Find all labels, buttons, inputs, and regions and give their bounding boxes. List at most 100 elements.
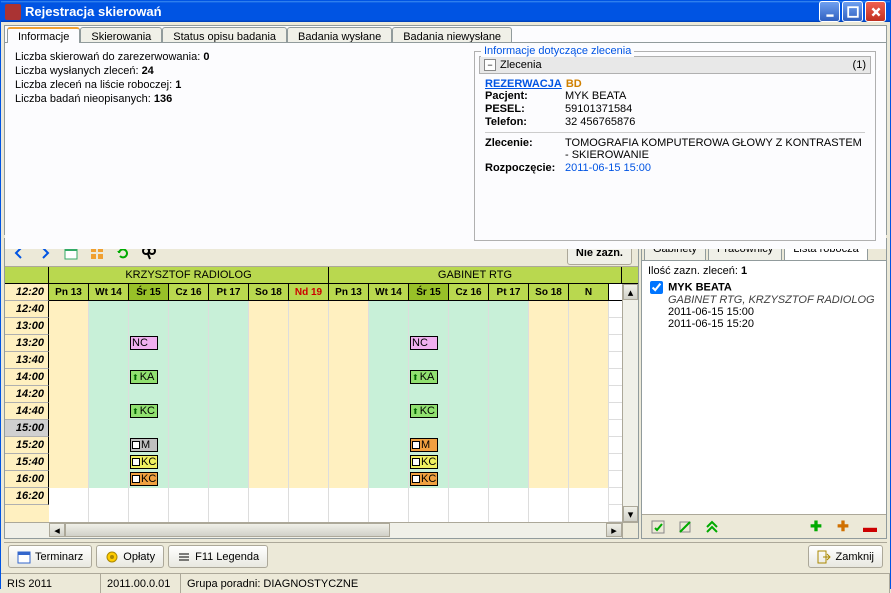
schedule-cell[interactable] <box>209 386 249 403</box>
schedule-cell[interactable] <box>89 488 129 505</box>
schedule-cell[interactable] <box>449 420 489 437</box>
schedule-cell[interactable] <box>529 505 569 522</box>
rezerwacja-link[interactable]: REZERWACJA <box>485 78 562 90</box>
worklist-action3-button[interactable] <box>700 515 724 539</box>
schedule-cell[interactable] <box>169 386 209 403</box>
schedule-cell[interactable] <box>289 505 329 522</box>
schedule-grid[interactable]: NCNC⬆KA⬆KA⬆KC⬆KCMMKCKCKCKC <box>49 301 622 522</box>
schedule-cell[interactable] <box>169 420 209 437</box>
schedule-cell[interactable] <box>209 318 249 335</box>
schedule-cell[interactable] <box>329 471 369 488</box>
schedule-cell[interactable] <box>209 471 249 488</box>
schedule-cell[interactable] <box>529 335 569 352</box>
schedule-cell[interactable] <box>369 352 409 369</box>
worklist-action1-button[interactable] <box>646 515 670 539</box>
day-header[interactable]: N <box>569 284 609 300</box>
close-button[interactable] <box>865 1 886 22</box>
day-header[interactable]: Nd 19 <box>289 284 329 300</box>
appointment[interactable]: KC <box>410 455 438 469</box>
remove-button[interactable]: ▬ <box>858 515 882 539</box>
day-header[interactable]: So 18 <box>249 284 289 300</box>
schedule-cell[interactable] <box>249 352 289 369</box>
schedule-cell[interactable] <box>89 437 129 454</box>
schedule-cell[interactable] <box>249 386 289 403</box>
schedule-cell[interactable] <box>169 352 209 369</box>
day-header[interactable]: Pn 13 <box>329 284 369 300</box>
schedule-cell[interactable] <box>89 454 129 471</box>
schedule-cell[interactable] <box>289 403 329 420</box>
schedule-cell[interactable] <box>369 454 409 471</box>
schedule-cell[interactable] <box>49 335 89 352</box>
schedule-cell[interactable]: ⬆KC <box>409 403 449 420</box>
schedule-cell[interactable] <box>49 505 89 522</box>
schedule-cell[interactable] <box>369 471 409 488</box>
tab-badania-niewyslane[interactable]: Badania niewysłane <box>392 27 512 43</box>
collapse-icon[interactable]: − <box>484 59 496 71</box>
schedule-cell[interactable] <box>249 471 289 488</box>
schedule-cell[interactable] <box>529 369 569 386</box>
schedule-cell[interactable] <box>329 420 369 437</box>
schedule-cell[interactable] <box>49 386 89 403</box>
schedule-cell[interactable]: KC <box>129 454 169 471</box>
tab-badania-wyslane[interactable]: Badania wysłane <box>287 27 392 43</box>
zlecenie-header[interactable]: − Zlecenia (1) <box>479 56 871 74</box>
schedule-cell[interactable] <box>249 505 289 522</box>
schedule-cell[interactable] <box>489 335 529 352</box>
schedule-cell[interactable] <box>49 437 89 454</box>
schedule-cell[interactable] <box>409 420 449 437</box>
schedule-cell[interactable] <box>289 352 329 369</box>
schedule-cell[interactable] <box>329 488 369 505</box>
schedule-cell[interactable] <box>449 301 489 318</box>
tab-informacje[interactable]: Informacje <box>7 27 80 43</box>
schedule-cell[interactable] <box>49 352 89 369</box>
schedule-cell[interactable] <box>249 369 289 386</box>
schedule-cell[interactable] <box>489 301 529 318</box>
schedule-cell[interactable] <box>129 488 169 505</box>
schedule-cell[interactable] <box>409 301 449 318</box>
appointment[interactable]: KC <box>130 472 158 486</box>
schedule-cell[interactable] <box>449 369 489 386</box>
schedule-cell[interactable] <box>449 403 489 420</box>
schedule-cell[interactable] <box>289 335 329 352</box>
day-header[interactable]: Pt 17 <box>209 284 249 300</box>
schedule-cell[interactable] <box>329 386 369 403</box>
schedule-cell[interactable] <box>209 488 249 505</box>
schedule-cell[interactable] <box>209 454 249 471</box>
schedule-cell[interactable] <box>89 471 129 488</box>
schedule-cell[interactable] <box>129 505 169 522</box>
schedule-cell[interactable] <box>329 403 369 420</box>
schedule-cell[interactable] <box>329 301 369 318</box>
schedule-cell[interactable] <box>369 505 409 522</box>
day-header[interactable]: Śr 15 <box>409 284 449 300</box>
appointment[interactable]: ⬆KA <box>410 370 438 384</box>
schedule-cell[interactable]: M <box>129 437 169 454</box>
legenda-button[interactable]: F11 Legenda <box>168 545 268 568</box>
schedule-cell[interactable] <box>89 352 129 369</box>
schedule-cell[interactable]: KC <box>409 454 449 471</box>
day-header[interactable]: Cz 16 <box>169 284 209 300</box>
schedule-cell[interactable] <box>89 318 129 335</box>
schedule-cell[interactable] <box>289 488 329 505</box>
schedule-cell[interactable] <box>249 318 289 335</box>
schedule-cell[interactable] <box>489 488 529 505</box>
schedule-cell[interactable] <box>449 318 489 335</box>
schedule-cell[interactable] <box>529 488 569 505</box>
appointment[interactable]: NC <box>130 336 158 350</box>
schedule-cell[interactable] <box>169 454 209 471</box>
schedule-cell[interactable] <box>489 352 529 369</box>
schedule-cell[interactable] <box>89 420 129 437</box>
schedule-cell[interactable] <box>89 335 129 352</box>
schedule-cell[interactable] <box>329 369 369 386</box>
minimize-button[interactable] <box>819 1 840 22</box>
day-header[interactable]: Śr 15 <box>129 284 169 300</box>
schedule-cell[interactable] <box>449 505 489 522</box>
schedule-cell[interactable] <box>489 318 529 335</box>
worklist-action2-button[interactable] <box>673 515 697 539</box>
schedule-cell[interactable] <box>169 505 209 522</box>
schedule-cell[interactable] <box>49 420 89 437</box>
day-header[interactable]: Wt 14 <box>89 284 129 300</box>
schedule-cell[interactable] <box>569 420 609 437</box>
schedule-cell[interactable] <box>369 369 409 386</box>
schedule-cell[interactable] <box>409 352 449 369</box>
schedule-cell[interactable] <box>289 454 329 471</box>
